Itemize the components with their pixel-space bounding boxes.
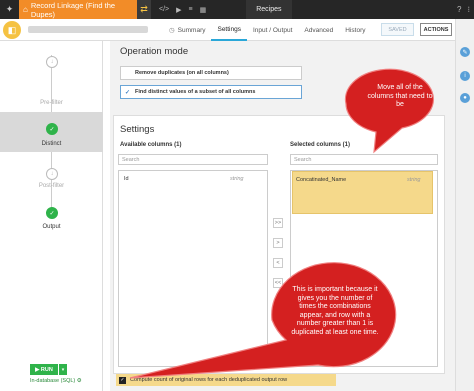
bottom-callout-text: This is important because it gives you t…	[291, 286, 379, 336]
top-callout-text: Move all of the columns that need to be	[367, 84, 433, 109]
top-callout-bubble	[344, 68, 435, 154]
annotation-overlay	[129, 68, 435, 379]
